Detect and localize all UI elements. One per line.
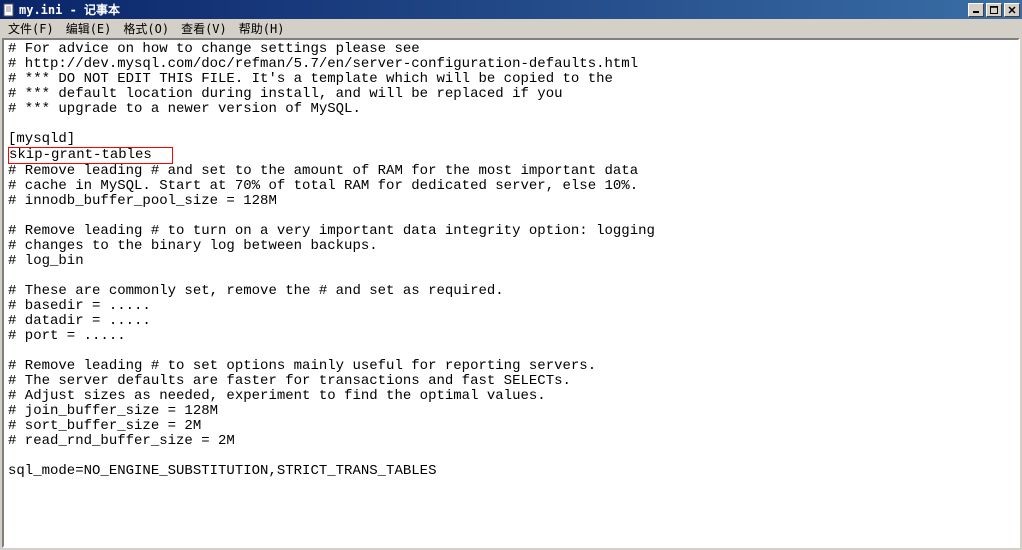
text-line: sql_mode=NO_ENGINE_SUBSTITUTION,STRICT_T…: [8, 464, 1014, 479]
text-line: # basedir = .....: [8, 299, 1014, 314]
text-line: # datadir = .....: [8, 314, 1014, 329]
text-line: # log_bin: [8, 254, 1014, 269]
text-line: # *** upgrade to a newer version of MySQ…: [8, 102, 1014, 117]
text-line: [mysqld]: [8, 132, 1014, 147]
text-line: # join_buffer_size = 128M: [8, 404, 1014, 419]
text-line: # Remove leading # and set to the amount…: [8, 164, 1014, 179]
menubar: 文件(F) 编辑(E) 格式(O) 查看(V) 帮助(H): [0, 19, 1022, 38]
text-line: # *** default location during install, a…: [8, 87, 1014, 102]
text-line: [8, 209, 1014, 224]
text-line: # sort_buffer_size = 2M: [8, 419, 1014, 434]
window-controls: [968, 3, 1020, 17]
text-line: # port = .....: [8, 329, 1014, 344]
text-line: [8, 117, 1014, 132]
text-line: [8, 449, 1014, 464]
text-line: [8, 344, 1014, 359]
highlighted-text: skip-grant-tables: [8, 147, 173, 164]
text-line: # cache in MySQL. Start at 70% of total …: [8, 179, 1014, 194]
text-line: # Adjust sizes as needed, experiment to …: [8, 389, 1014, 404]
notepad-window: my.ini - 记事本 文件(F) 编辑(E) 格式(O) 查看(V) 帮助(…: [0, 0, 1022, 550]
text-line: # Remove leading # to set options mainly…: [8, 359, 1014, 374]
menu-edit[interactable]: 编辑(E): [60, 19, 118, 38]
menu-view[interactable]: 查看(V): [175, 19, 233, 38]
text-line: # read_rnd_buffer_size = 2M: [8, 434, 1014, 449]
minimize-button[interactable]: [968, 3, 984, 17]
text-line: # For advice on how to change settings p…: [8, 42, 1014, 57]
text-line: # *** DO NOT EDIT THIS FILE. It's a temp…: [8, 72, 1014, 87]
text-line: # The server defaults are faster for tra…: [8, 374, 1014, 389]
text-line: # innodb_buffer_pool_size = 128M: [8, 194, 1014, 209]
text-line: # These are commonly set, remove the # a…: [8, 284, 1014, 299]
menu-help[interactable]: 帮助(H): [233, 19, 291, 38]
titlebar: my.ini - 记事本: [0, 0, 1022, 19]
text-line: # Remove leading # to turn on a very imp…: [8, 224, 1014, 239]
menu-format[interactable]: 格式(O): [117, 19, 175, 38]
text-area[interactable]: # For advice on how to change settings p…: [2, 38, 1020, 548]
menu-file[interactable]: 文件(F): [2, 19, 60, 38]
text-line: # changes to the binary log between back…: [8, 239, 1014, 254]
window-title: my.ini - 记事本: [19, 1, 968, 18]
text-line: # http://dev.mysql.com/doc/refman/5.7/en…: [8, 57, 1014, 72]
text-line: [8, 269, 1014, 284]
close-button[interactable]: [1004, 3, 1020, 17]
maximize-button[interactable]: [986, 3, 1002, 17]
app-icon: [2, 3, 16, 17]
text-line: skip-grant-tables: [8, 147, 1014, 164]
